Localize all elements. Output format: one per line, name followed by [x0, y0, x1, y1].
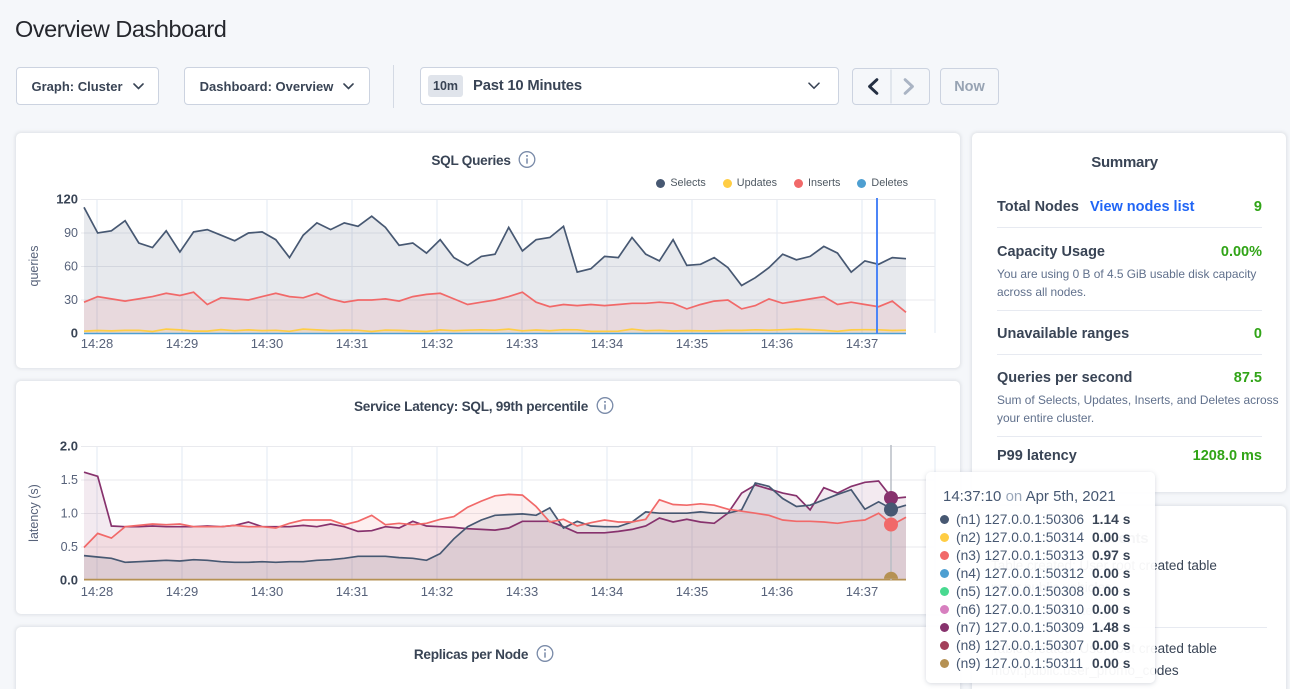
- svg-text:queries: queries: [27, 246, 41, 287]
- svg-text:14:36: 14:36: [761, 584, 794, 599]
- svg-text:14:30: 14:30: [251, 584, 284, 599]
- svg-text:2.0: 2.0: [60, 439, 78, 454]
- svg-text:14:34: 14:34: [591, 584, 624, 599]
- svg-text:14:29: 14:29: [166, 584, 199, 599]
- svg-text:60: 60: [64, 260, 78, 274]
- svg-text:0.5: 0.5: [61, 540, 78, 554]
- svg-text:14:32: 14:32: [421, 584, 454, 599]
- svg-text:14:31: 14:31: [336, 336, 369, 351]
- svg-text:14:35: 14:35: [676, 584, 709, 599]
- svg-text:14:35: 14:35: [676, 336, 709, 351]
- svg-text:14:33: 14:33: [506, 336, 539, 351]
- svg-text:14:37: 14:37: [846, 336, 879, 351]
- svg-text:120: 120: [56, 192, 78, 207]
- svg-text:14:32: 14:32: [421, 336, 454, 351]
- svg-text:90: 90: [64, 226, 78, 240]
- svg-text:30: 30: [64, 293, 78, 307]
- svg-text:14:33: 14:33: [506, 584, 539, 599]
- svg-text:14:29: 14:29: [166, 336, 199, 351]
- svg-text:latency (s): latency (s): [27, 484, 41, 542]
- svg-text:14:36: 14:36: [761, 336, 794, 351]
- svg-text:14:28: 14:28: [81, 584, 114, 599]
- svg-text:1.5: 1.5: [61, 473, 78, 487]
- svg-text:14:37: 14:37: [846, 584, 879, 599]
- svg-text:14:31: 14:31: [336, 584, 369, 599]
- svg-text:1.0: 1.0: [61, 507, 78, 521]
- svg-text:14:28: 14:28: [81, 336, 114, 351]
- svg-text:14:30: 14:30: [251, 336, 284, 351]
- svg-text:0.0: 0.0: [60, 573, 78, 588]
- svg-text:0: 0: [71, 326, 78, 341]
- svg-text:14:34: 14:34: [591, 336, 624, 351]
